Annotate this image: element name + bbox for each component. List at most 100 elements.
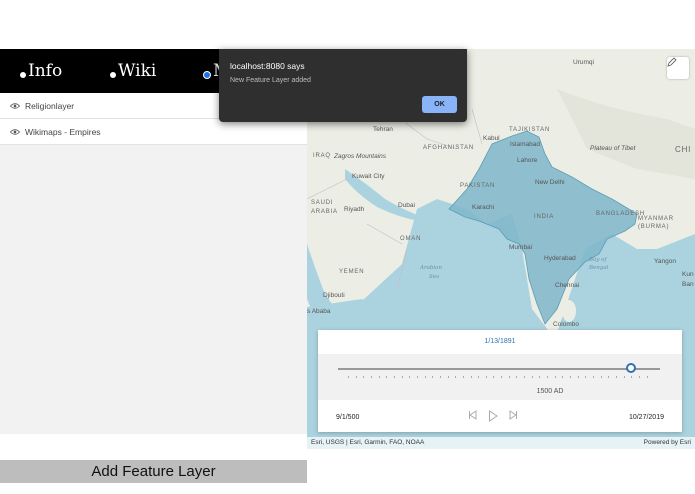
slider-tick	[432, 376, 434, 378]
slider-tick	[623, 376, 625, 378]
map-label: (BURMA)	[638, 224, 670, 230]
slider-tick	[455, 376, 457, 378]
slider-tick	[615, 376, 617, 378]
map-label: YEMEN	[339, 269, 365, 275]
slider-tick	[493, 376, 495, 378]
slider-tick	[539, 376, 541, 378]
nav-radio-icon	[20, 72, 26, 78]
slider-tick	[447, 376, 449, 378]
eye-icon[interactable]	[10, 128, 20, 136]
map-label: Dubai	[398, 202, 415, 209]
slider-tick	[478, 376, 480, 378]
slider-tick	[378, 376, 380, 378]
map-label: Djibouti	[323, 292, 345, 299]
slider-tick	[562, 376, 564, 378]
map-label: ARABIA	[311, 209, 338, 215]
alert-ok-button[interactable]: OK	[422, 96, 457, 113]
slider-tick	[501, 376, 503, 378]
map-label: SAUDI	[311, 200, 334, 206]
layer-item-empires[interactable]: Wikimaps - Empires	[0, 119, 307, 145]
map-label: OMAN	[400, 236, 422, 242]
nav-item-info[interactable]: Info	[20, 61, 62, 81]
alert-message: New Feature Layer added	[230, 77, 311, 84]
slider-tick	[363, 376, 365, 378]
time-slider-end-date: 10/27/2019	[628, 414, 664, 421]
layer-label: Wikimaps - Empires	[25, 126, 101, 137]
slider-tick	[585, 376, 587, 378]
alert-dialog: localhost:8080 says New Feature Layer ad…	[219, 49, 467, 122]
slider-tick	[600, 376, 602, 378]
play-icon[interactable]	[488, 410, 498, 425]
map-label: Zagros Mountains	[334, 153, 387, 160]
slider-tick	[524, 376, 526, 378]
map-label: Karachi	[472, 204, 495, 211]
map-label: Yangon	[654, 258, 676, 265]
time-slider-track-area[interactable]: 1500 AD	[318, 354, 682, 400]
map-label: Chennai	[555, 282, 580, 289]
map-label: Riyadh	[344, 206, 365, 213]
slider-tick	[508, 376, 510, 378]
nav-radio-icon	[110, 72, 116, 78]
slider-tick	[386, 376, 388, 378]
slider-tick	[531, 376, 533, 378]
map-label: Kuwait City	[352, 173, 385, 180]
map-label: Lahore	[517, 157, 538, 164]
terrain-shading	[557, 89, 695, 179]
sri-lanka	[562, 300, 576, 322]
attribution-powered-by[interactable]: Powered by Esri	[644, 439, 691, 447]
previous-icon[interactable]	[468, 410, 478, 423]
time-slider-track[interactable]	[338, 368, 660, 370]
map-label: PAKISTAN	[460, 183, 496, 189]
slider-tick	[646, 376, 648, 378]
slider-tick	[424, 376, 426, 378]
map-label: Colombo	[553, 321, 580, 328]
slider-tick	[570, 376, 572, 378]
map-label: Ban	[682, 281, 694, 288]
slider-tick	[608, 376, 610, 378]
time-slider-current-date: 1/13/1891	[484, 338, 516, 345]
slider-tick	[393, 376, 395, 378]
map-label: MYANMAR	[638, 216, 674, 222]
slider-tick	[370, 376, 372, 378]
eye-icon[interactable]	[10, 102, 20, 110]
slider-tick	[638, 376, 640, 378]
nav-radio-selected-icon	[203, 71, 211, 79]
map-label: Mumbai	[509, 244, 533, 251]
map-label: s Ababa	[307, 308, 331, 315]
map-label: Hyderabad	[544, 255, 576, 262]
map-label: TAJIKISTAN	[509, 127, 551, 133]
edit-pencil-button[interactable]	[667, 57, 689, 79]
slider-tick	[631, 376, 633, 378]
attribution-sources: Esri, USGS | Esri, Garmin, FAO, NOAA	[311, 439, 425, 446]
layer-label: Religionlayer	[25, 100, 75, 111]
map-label: CHI	[675, 145, 692, 154]
map-label: Kun	[682, 271, 694, 278]
time-slider-thumb[interactable]	[626, 363, 637, 373]
slider-tick	[416, 376, 418, 378]
map-attribution: Esri, USGS | Esri, Garmin, FAO, NOAA Pow…	[307, 437, 695, 449]
pencil-icon	[667, 57, 677, 67]
app-window: Info Wiki M Religionlayer	[0, 0, 695, 494]
map-label: Tehran	[373, 126, 393, 133]
add-feature-layer-button[interactable]: Add Feature Layer	[0, 460, 307, 483]
slider-tick	[348, 376, 349, 378]
map-label: Bay of	[589, 257, 607, 263]
slider-tick	[355, 376, 357, 378]
slider-tick	[439, 376, 441, 378]
map-label: Sea	[429, 274, 440, 280]
nav-item-wiki[interactable]: Wiki	[110, 61, 156, 81]
next-icon[interactable]	[508, 410, 518, 423]
slider-tick	[577, 376, 579, 378]
time-slider: 1/13/1891 1500 AD 9/1/500 10/27/2019	[318, 330, 682, 432]
time-slider-start-date: 9/1/500	[336, 414, 360, 421]
map-label: INDIA	[534, 214, 555, 220]
slider-tick	[547, 376, 549, 378]
slider-tick	[470, 376, 472, 378]
alert-title: localhost:8080 says	[230, 61, 305, 71]
map-label: Plateau of Tibet	[590, 145, 636, 152]
map-label: Kabul	[483, 135, 500, 142]
map-label: New Delhi	[535, 179, 565, 186]
map-label: AFGHANISTAN	[423, 145, 475, 151]
slider-tick	[516, 376, 518, 378]
slider-tick	[554, 376, 556, 378]
